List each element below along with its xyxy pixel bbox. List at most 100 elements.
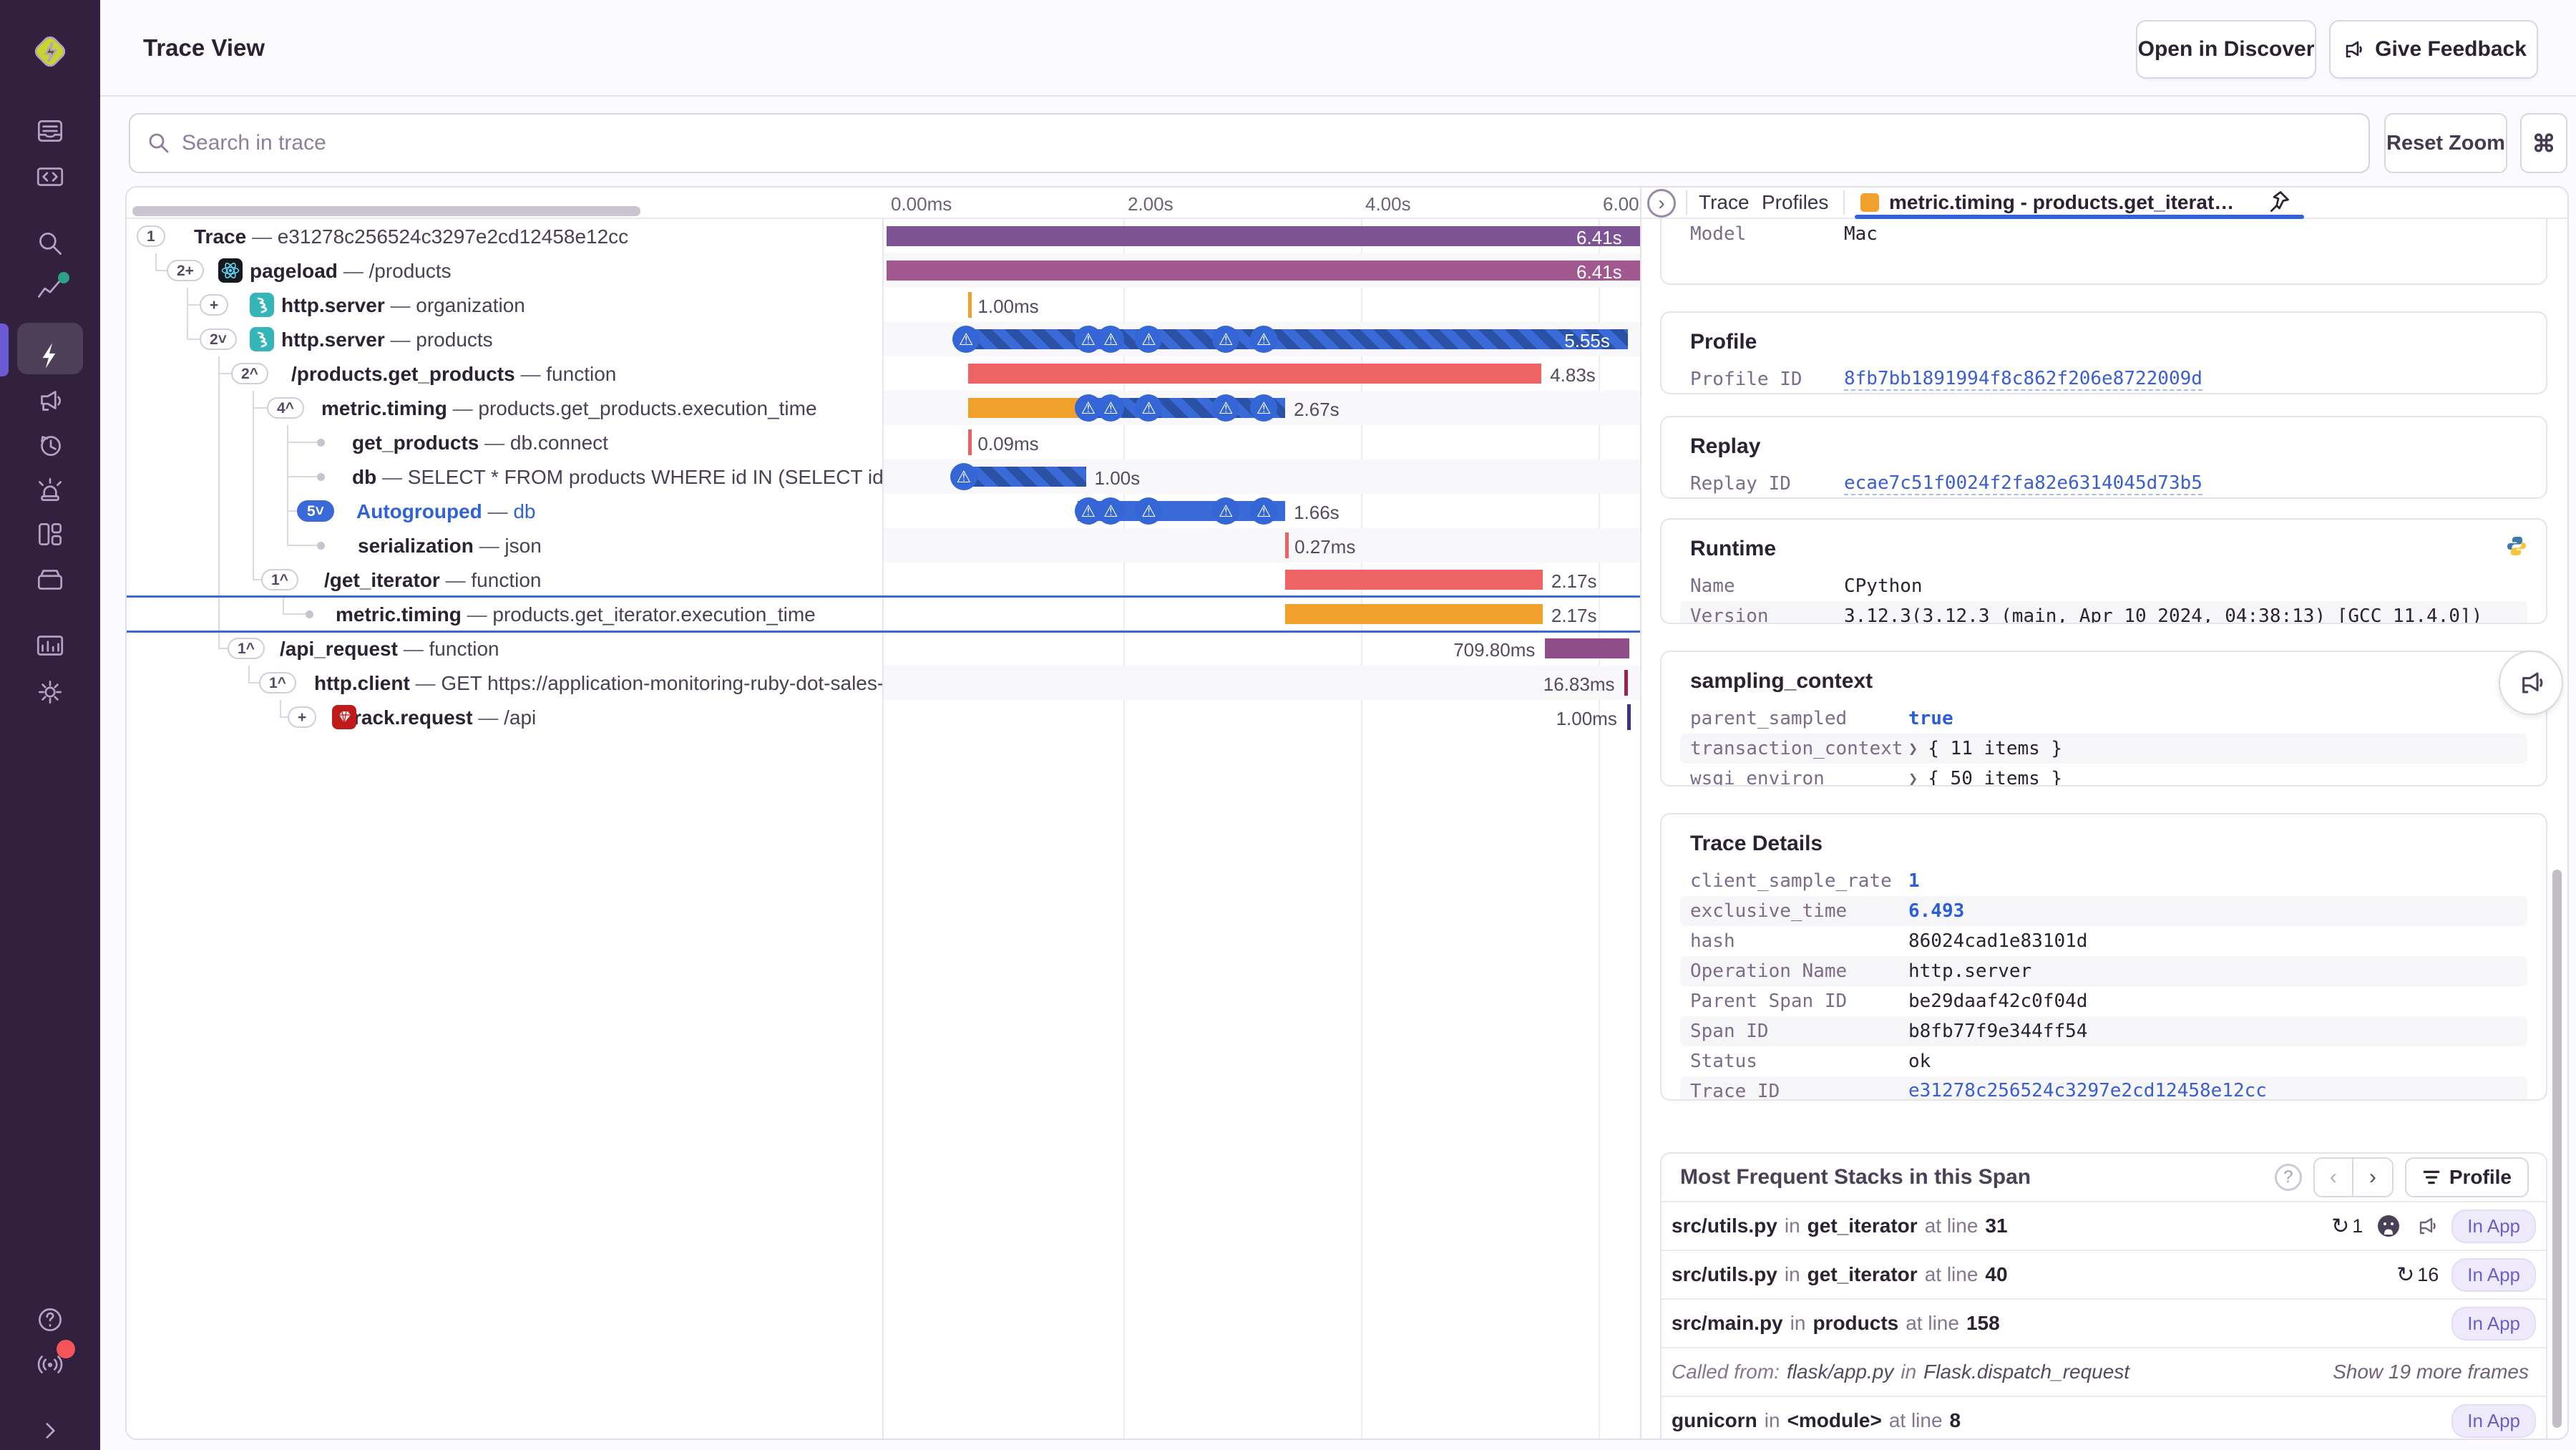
called-from-label: Called from: [1672,1361,1780,1383]
details-scrollbar[interactable] [2552,870,2562,1428]
tree-row-http-server[interactable]: + http.server — organization [127,288,883,322]
span-count-chip[interactable]: 2˅ [200,329,237,350]
span-row-label: http.server — products [281,329,493,351]
tree-row-trace[interactable]: 1 Trace — e31278c256524c3297e2cd12458e12c… [127,219,883,253]
sidebar-item-projects[interactable] [0,154,100,200]
warning-icon: ⚠ [1250,394,1278,422]
kv-value[interactable]: ecae7c51f0024f2fa82e6314045d73b5 [1844,472,2202,495]
span-tick[interactable] [1626,704,1631,730]
tab-trace[interactable]: Trace [1699,191,1750,214]
detail-card-trace-details: Trace Details client_sample_rate 1 exclusiv… [1660,813,2547,1101]
tree-row-http-server[interactable]: 2˅ http.server — products [127,322,883,356]
stack-frame-row[interactable]: src/utils.py in get_iterator at line 31 ↻ 1 In … [1662,1201,2546,1250]
span-bar[interactable] [1545,638,1629,658]
span-count-chip[interactable]: 1^ [261,569,298,590]
span-count-chip[interactable]: + [200,294,229,316]
sidebar-item-releases-megaphone[interactable] [0,378,100,424]
search-input[interactable] [182,131,2351,155]
tree-row-http-client[interactable]: 1^ http.client — GET https://application-… [127,666,883,700]
expand-chevron-icon[interactable]: ❯ [1908,740,1918,758]
kv-value: 1 [1908,870,1920,892]
sidebar-item-dashboards[interactable] [0,512,100,558]
projects-icon [34,160,67,193]
sidebar-item-issues[interactable] [0,108,100,154]
pin-icon[interactable] [2265,189,2291,218]
search-box[interactable] [129,113,2370,173]
sidebar-item-help[interactable] [0,1297,100,1343]
tree-row--get-iterator[interactable]: 1^ /get_iterator — function [127,563,883,597]
stack-frame-row[interactable]: src/utils.py in get_iterator at line 40 ↻ 16 In… [1662,1250,2546,1298]
span-count-chip[interactable]: 2^ [231,363,268,384]
prev-page-button[interactable]: ‹ [2313,1157,2353,1197]
sidebar-item-performance[interactable] [0,323,100,379]
next-page-button[interactable]: › [2353,1157,2394,1197]
expand-chevron-icon[interactable]: ❯ [1908,770,1918,786]
span-bar[interactable] [968,364,1542,384]
help-icon[interactable]: ? [2274,1164,2302,1191]
sidebar-item-replays[interactable] [0,422,100,468]
open-in-discover-button[interactable]: Open in Discover [2136,20,2316,79]
span-count-chip[interactable]: 1 [137,225,165,247]
sidebar-item-expand[interactable] [0,1408,100,1450]
sidebar-item-broadcast[interactable] [0,1340,100,1386]
tree-row-pageload[interactable]: 2+ pageload — /products [127,253,883,288]
tree-row-rack-request[interactable]: + rack.request — /api [127,700,883,734]
tree-row-metric-timing[interactable]: metric.timing — products.get_iterator.ex… [127,597,883,631]
tree-row-get-products[interactable]: get_products — db.connect [127,425,883,459]
floating-feedback-button[interactable] [2499,651,2563,715]
sidebar-item-search[interactable] [0,220,100,266]
sidebar-item-metrics[interactable] [0,623,100,668]
tree-row--products-get-products[interactable]: 2^ /products.get_products — function [127,356,883,391]
span-bar[interactable] [887,261,1640,281]
kv-row: hash 86024cad1e83101d [1680,926,2527,956]
span-bar[interactable] [887,226,1640,246]
kv-row: parent_sampled true [1680,704,2527,734]
span-bar[interactable] [959,329,1629,349]
span-count-chip[interactable]: 5˅ [297,500,334,522]
profile-button[interactable]: Profile [2404,1157,2529,1197]
stack-frame-row[interactable]: src/main.py in products at line 158 In App [1662,1298,2546,1347]
sidebar-item-archive[interactable] [0,557,100,603]
kv-row: transaction_context ❯ { 11 items } [1680,734,2527,764]
span-row-label: http.client — GET https://application-mo… [314,672,883,694]
frame-line-number: 8 [1949,1409,1961,1431]
tree-row-metric-timing[interactable]: 4^ metric.timing — products.get_products.… [127,391,883,425]
span-tick[interactable] [1624,670,1629,696]
tab-active-span[interactable]: metric.timing - products.get_iterat… [1889,191,2234,214]
command-key-button[interactable]: ⌘ [2520,113,2567,173]
show-more-frames-link[interactable]: Show 19 more frames [2333,1361,2529,1383]
span-count-chip[interactable]: 2+ [167,260,204,281]
kv-value[interactable]: e31278c256524c3297e2cd12458e12cc [1908,1080,2267,1099]
span-tick[interactable] [968,429,972,455]
collapse-panel-icon[interactable]: › [1647,189,1676,218]
span-bar[interactable] [959,467,1086,487]
stack-frame-row[interactable]: gunicorn in <module> at line 8 In App [1662,1396,2546,1439]
span-tick[interactable] [968,292,972,318]
tab-profiles[interactable]: Profiles [1762,191,1828,214]
sidebar-item-alerts[interactable] [0,467,100,513]
span-bar[interactable] [1285,604,1543,624]
horizontal-scrollbar[interactable] [132,206,640,216]
tree-row-autogrouped[interactable]: 5˅ Autogrouped — db [127,494,883,528]
span-bar[interactable] [1285,570,1543,590]
span-count-chip[interactable]: 1^ [228,638,265,659]
kv-value: 3.12.3(3.12.3 (main, Apr 10 2024, 04:38:… [1844,605,2483,624]
tree-timeline-divider[interactable] [882,188,884,1439]
span-bar[interactable] [968,398,1084,418]
reset-zoom-button[interactable]: Reset Zoom [2384,113,2507,173]
span-count-chip[interactable]: 1^ [259,672,296,694]
tree-row-db[interactable]: db — SELECT * FROM products WHERE id IN … [127,459,883,494]
give-feedback-button[interactable]: Give Feedback [2329,20,2538,79]
tree-row--api-request[interactable]: 1^ /api_request — function [127,631,883,666]
github-icon[interactable] [2376,1213,2401,1239]
stack-frame-row[interactable]: Called from: flask/app.py in Flask.dispatc… [1662,1347,2546,1396]
kv-value[interactable]: 8fb7bb1891994f8c862f206e8722009d [1844,368,2202,391]
span-count-chip[interactable]: 4^ [267,397,304,419]
tree-row-serialization[interactable]: serialization — json [127,528,883,563]
sidebar-item-stats[interactable] [0,266,100,311]
span-count-chip[interactable]: + [288,706,317,728]
megaphone-icon[interactable] [2414,1214,2439,1238]
sidebar-item-settings[interactable] [0,669,100,715]
issues-icon [34,115,67,147]
span-tick[interactable] [1285,532,1289,558]
